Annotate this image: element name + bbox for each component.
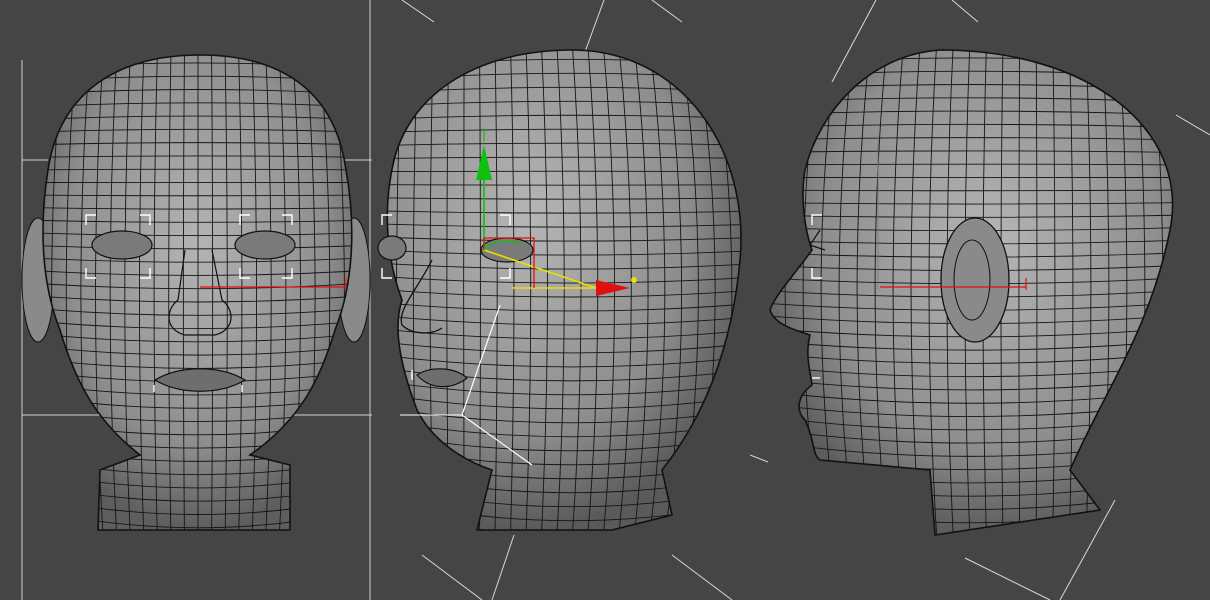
viewport-left[interactable] bbox=[750, 0, 1210, 600]
grid-line bbox=[750, 454, 769, 463]
eye-right bbox=[234, 230, 296, 260]
mesh-edge bbox=[755, 540, 1185, 563]
mesh-edge bbox=[23, 545, 372, 568]
head-mesh-side[interactable] bbox=[750, 31, 1199, 562]
left-view-canvas[interactable] bbox=[750, 0, 1210, 600]
mesh-edge bbox=[387, 540, 750, 563]
head-mesh-perspective[interactable] bbox=[377, 31, 750, 563]
perspective-view-canvas[interactable] bbox=[372, 0, 750, 600]
viewport-front[interactable] bbox=[0, 0, 372, 600]
mesh-edge bbox=[23, 36, 372, 45]
mesh-edge bbox=[1185, 40, 1199, 540]
mesh-edge bbox=[1168, 50, 1173, 535]
mesh-edge bbox=[750, 40, 755, 540]
viewport-area[interactable] bbox=[0, 0, 1210, 600]
grid-line bbox=[951, 0, 979, 23]
grid-line bbox=[1175, 114, 1210, 136]
mesh-edge bbox=[755, 31, 1185, 40]
eye-far bbox=[377, 235, 407, 261]
gizmo-center[interactable] bbox=[631, 277, 637, 283]
mesh-edge bbox=[23, 533, 372, 555]
grid-line bbox=[651, 0, 683, 23]
eye-left bbox=[91, 230, 153, 260]
head-mesh-front[interactable] bbox=[8, 36, 372, 567]
grid-line bbox=[401, 0, 435, 23]
viewport-perspective[interactable] bbox=[372, 0, 750, 600]
grid-line bbox=[964, 557, 1051, 600]
grid-line bbox=[421, 554, 483, 600]
grid-line bbox=[671, 554, 733, 600]
grid-line bbox=[831, 0, 877, 83]
mesh-edge bbox=[770, 527, 1173, 535]
front-view-canvas[interactable] bbox=[0, 0, 372, 600]
mesh-edge bbox=[770, 50, 772, 535]
mesh-edge bbox=[742, 40, 750, 540]
mesh-edge bbox=[387, 50, 388, 530]
mesh-edge bbox=[8, 45, 23, 545]
ear-mesh[interactable] bbox=[940, 217, 1010, 343]
mesh-edge bbox=[387, 31, 750, 40]
grid-line bbox=[491, 534, 515, 600]
